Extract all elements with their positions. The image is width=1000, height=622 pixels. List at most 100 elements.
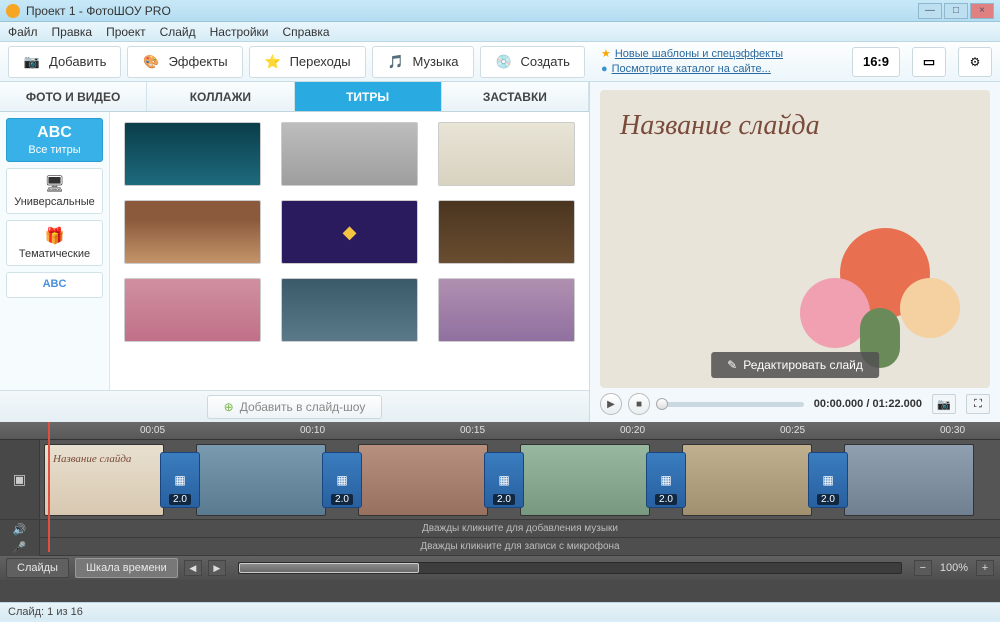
- transitions-button[interactable]: ⭐ Переходы: [249, 46, 366, 78]
- timeline-clip[interactable]: [682, 444, 812, 516]
- music-hint: Дважды кликните для добавления музыки: [40, 520, 1000, 537]
- thumbnail-grid: ◆: [110, 112, 589, 390]
- menu-slide[interactable]: Слайд: [160, 25, 196, 39]
- title-template[interactable]: [124, 200, 261, 264]
- aspect-ratio-button[interactable]: 16:9: [852, 47, 900, 77]
- side-cat-universal[interactable]: 🖥 Универсальные: [6, 168, 103, 214]
- timeline-transition[interactable]: ▦2.0: [322, 452, 362, 508]
- title-template[interactable]: [438, 122, 575, 186]
- title-template[interactable]: [124, 278, 261, 342]
- snapshot-button[interactable]: 📷: [932, 394, 956, 414]
- transitions-label: Переходы: [290, 54, 351, 69]
- ruler-tick: 00:15: [460, 425, 485, 436]
- edit-slide-label: Редактировать слайд: [743, 358, 863, 372]
- progress-knob[interactable]: [656, 398, 668, 410]
- scrollbar-thumb[interactable]: [239, 563, 419, 573]
- scroll-right-button[interactable]: ▶: [208, 560, 226, 576]
- timeline-clip[interactable]: [358, 444, 488, 516]
- add-to-slideshow-button[interactable]: ⊕ Добавить в слайд-шоу: [207, 395, 383, 419]
- title-template[interactable]: ◆: [281, 200, 418, 264]
- menu-help[interactable]: Справка: [282, 25, 329, 39]
- timeline-clip-title[interactable]: Название слайда: [44, 444, 164, 516]
- timeline-clip[interactable]: [196, 444, 326, 516]
- title-template[interactable]: [124, 122, 261, 186]
- horizontal-scrollbar[interactable]: [238, 562, 902, 574]
- titlebar: Проект 1 - ФотоШОУ PRO — □ ×: [0, 0, 1000, 22]
- menu-file[interactable]: Файл: [8, 25, 38, 39]
- create-button[interactable]: 💿 Создать: [480, 46, 585, 78]
- side-cat-all[interactable]: ABC Все титры: [6, 118, 103, 162]
- scroll-left-button[interactable]: ◀: [184, 560, 202, 576]
- gallery-body: ABC Все титры 🖥 Универсальные 🎁 Тематиче…: [0, 112, 589, 390]
- add-bar: ⊕ Добавить в слайд-шоу: [0, 390, 589, 422]
- promo-links: ★Новые шаблоны и спецэффекты ●Посмотрите…: [601, 47, 783, 77]
- zoom-out-button[interactable]: −: [914, 560, 932, 576]
- maximize-button[interactable]: □: [944, 3, 968, 19]
- timeline-transition[interactable]: ▦2.0: [484, 452, 524, 508]
- close-button[interactable]: ×: [970, 3, 994, 19]
- tab-photo-video[interactable]: ФОТО И ВИДЕО: [0, 82, 147, 111]
- stop-button[interactable]: ■: [628, 393, 650, 415]
- camera-icon: 📷: [23, 53, 41, 71]
- main-area: ФОТО И ВИДЕО КОЛЛАЖИ ТИТРЫ ЗАСТАВКИ ABC …: [0, 82, 1000, 422]
- star-icon: ⭐: [264, 53, 282, 71]
- settings-button[interactable]: ⚙: [958, 47, 992, 77]
- zoom-value: 100%: [934, 562, 974, 574]
- abc-icon: ABC: [11, 124, 98, 142]
- title-template[interactable]: [438, 278, 575, 342]
- fullscreen-button[interactable]: ⛶: [966, 394, 990, 414]
- timeline-clip[interactable]: [520, 444, 650, 516]
- time-ruler[interactable]: 00:05 00:10 00:15 00:20 00:25 00:30: [0, 422, 1000, 440]
- preview-image: [780, 198, 980, 378]
- menu-settings[interactable]: Настройки: [210, 25, 269, 39]
- progress-bar[interactable]: [656, 402, 804, 407]
- transition-icon: ▦: [174, 473, 185, 487]
- transition-duration: 2.0: [169, 494, 191, 505]
- disc-icon: 💿: [495, 53, 513, 71]
- music-button[interactable]: 🎵 Музыка: [372, 46, 474, 78]
- add-button[interactable]: 📷 Добавить: [8, 46, 121, 78]
- effects-label: Эффекты: [168, 54, 227, 69]
- video-track-content[interactable]: Название слайда ▦2.0 ▦2.0 ▦2.0 ▦2.0 ▦2.0: [40, 440, 1000, 519]
- view-timeline-tab[interactable]: Шкала времени: [75, 558, 178, 578]
- camera-icon: 📷: [937, 398, 951, 411]
- play-button[interactable]: ▶: [600, 393, 622, 415]
- timeline-transition[interactable]: ▦2.0: [808, 452, 848, 508]
- effects-button[interactable]: 🎨 Эффекты: [127, 46, 242, 78]
- view-slides-tab[interactable]: Слайды: [6, 558, 69, 578]
- tab-intros[interactable]: ЗАСТАВКИ: [442, 82, 589, 111]
- promo-templates-link[interactable]: Новые шаблоны и спецэффекты: [615, 48, 783, 60]
- speaker-icon: 🔊: [0, 520, 40, 538]
- app-icon: [6, 4, 20, 18]
- title-template[interactable]: [438, 200, 575, 264]
- side-cat-extra[interactable]: ABC: [6, 272, 103, 298]
- zoom-in-button[interactable]: +: [976, 560, 994, 576]
- playhead[interactable]: [48, 422, 50, 552]
- ratio-label: 16:9: [863, 54, 889, 69]
- timeline-transition[interactable]: ▦ 2.0: [160, 452, 200, 508]
- tab-titles[interactable]: ТИТРЫ: [295, 82, 442, 111]
- zoom-controls: − 100% +: [914, 560, 994, 576]
- transition-icon: ▦: [822, 473, 833, 487]
- title-template[interactable]: [281, 122, 418, 186]
- music-track[interactable]: 🔊 Дважды кликните для добавления музыки: [0, 520, 1000, 538]
- menu-project[interactable]: Проект: [106, 25, 146, 39]
- tab-collages[interactable]: КОЛЛАЖИ: [147, 82, 294, 111]
- music-label: Музыка: [413, 54, 459, 69]
- mic-track[interactable]: 🎤 Дважды кликните для записи с микрофона: [0, 538, 1000, 556]
- menu-edit[interactable]: Правка: [52, 25, 93, 39]
- timeline-clip[interactable]: [844, 444, 974, 516]
- preview-viewport: Название слайда ✎ Редактировать слайд: [600, 90, 990, 388]
- promo-catalog-link[interactable]: Посмотрите каталог на сайте...: [612, 63, 771, 75]
- gallery-pane: ФОТО И ВИДЕО КОЛЛАЖИ ТИТРЫ ЗАСТАВКИ ABC …: [0, 82, 590, 422]
- edit-slide-button[interactable]: ✎ Редактировать слайд: [711, 352, 879, 378]
- side-cat-thematic[interactable]: 🎁 Тематические: [6, 220, 103, 266]
- screen-mode-button[interactable]: ▭: [912, 47, 946, 77]
- add-to-slideshow-label: Добавить в слайд-шоу: [240, 400, 366, 414]
- minimize-button[interactable]: —: [918, 3, 942, 19]
- side-cat-all-label: Все титры: [28, 144, 80, 156]
- timeline-transition[interactable]: ▦2.0: [646, 452, 686, 508]
- title-template[interactable]: [281, 278, 418, 342]
- category-tabs: ФОТО И ВИДЕО КОЛЛАЖИ ТИТРЫ ЗАСТАВКИ: [0, 82, 589, 112]
- add-label: Добавить: [49, 54, 106, 69]
